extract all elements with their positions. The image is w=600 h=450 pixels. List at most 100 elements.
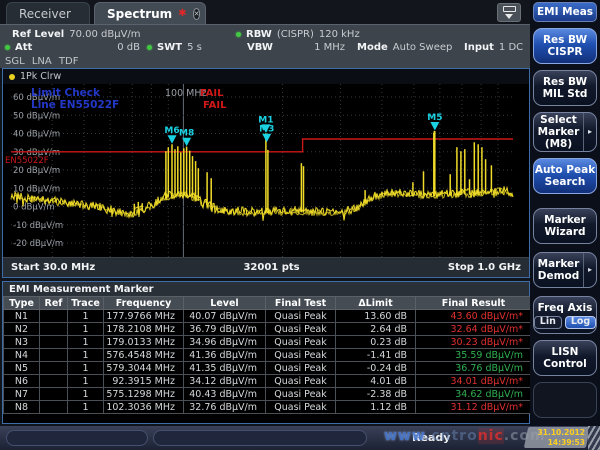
- table-row[interactable]: N71575.1298 MHz40.43 dBµV/mQuasi Peak-2.…: [4, 388, 532, 401]
- cell-delta_limit: 13.60 dB: [336, 310, 416, 323]
- cell-final_test: Quasi Peak: [266, 375, 336, 388]
- cell-frequency: 575.1298 MHz: [104, 388, 184, 401]
- table-row[interactable]: N41576.4548 MHz41.36 dBµV/mQuasi Peak-1.…: [4, 349, 532, 362]
- swt-field[interactable]: SWT 5 s: [147, 42, 202, 53]
- chevron-down-icon: [505, 14, 513, 19]
- cell-trace: 1: [68, 336, 104, 349]
- cell-level: 40.43 dBµV/m: [184, 388, 266, 401]
- cell-ref: [40, 375, 68, 388]
- mode-label: Mode: [357, 42, 388, 53]
- spectrum-chart[interactable]: 60 dBµV/m50 dBµV/m40 dBµV/m30 dBµV/m20 d…: [3, 84, 529, 257]
- svg-text:FAIL: FAIL: [203, 100, 227, 111]
- status-field-1[interactable]: [6, 430, 148, 446]
- softkey-freq-axis[interactable]: Freq Axis Lin Log: [533, 296, 597, 334]
- ref-level-field[interactable]: Ref Level 70.00 dBµV/m: [12, 29, 141, 40]
- softkey-menu-title: EMI Meas: [533, 2, 597, 22]
- svg-text:-10 dBµV/m: -10 dBµV/m: [13, 221, 63, 231]
- status-field-2[interactable]: [153, 430, 367, 446]
- cell-delta_limit: 2.64 dB: [336, 323, 416, 336]
- att-label: Att: [15, 42, 32, 53]
- att-field[interactable]: Att 0 dB: [5, 42, 140, 53]
- display-menu-button[interactable]: [497, 3, 521, 22]
- cell-delta_limit: -2.38 dB: [336, 388, 416, 401]
- cell-type: N8: [4, 401, 40, 414]
- rbw-mode-value: (CISPR): [277, 29, 314, 40]
- column-header-level: Level: [184, 297, 266, 310]
- table-row[interactable]: N6192.3915 MHz34.12 dBµV/mQuasi Peak4.01…: [4, 375, 532, 388]
- cell-frequency: 179.0133 MHz: [104, 336, 184, 349]
- svg-text:Line EN55022F: Line EN55022F: [31, 99, 119, 111]
- marker-m5-icon: [430, 122, 439, 131]
- table-row[interactable]: N51579.3044 MHz41.35 dBµV/mQuasi Peak-0.…: [4, 362, 532, 375]
- cell-delta_limit: 4.01 dB: [336, 375, 416, 388]
- column-header-delta_limit: ΔLimit: [336, 297, 416, 310]
- cell-frequency: 102.3036 MHz: [104, 401, 184, 414]
- input-value: 1 DC: [499, 42, 523, 53]
- softkey-res-bw-mil-std[interactable]: Res BWMIL Std: [533, 70, 597, 106]
- softkey-res-bw-cispr[interactable]: Res BWCISPR: [533, 28, 597, 64]
- input-field[interactable]: Input 1 DC: [464, 42, 523, 53]
- trace-label: 1Pk Clrw: [20, 71, 61, 82]
- cell-final_result: 34.01 dBµV/m*: [416, 375, 532, 388]
- tab-receiver[interactable]: Receiver: [6, 2, 90, 24]
- cell-type: N4: [4, 349, 40, 362]
- sweep-window: 1Pk Clrw 60 dBµV/m50 dBµV/m40 dBµV/m30 d…: [2, 68, 530, 278]
- softkey-empty[interactable]: [533, 382, 597, 418]
- cell-trace: 1: [68, 388, 104, 401]
- cell-delta_limit: -1.41 dB: [336, 349, 416, 362]
- swt-led-icon: [147, 45, 152, 50]
- corner-grip: [588, 426, 600, 450]
- trace-info-row: 1Pk Clrw: [3, 69, 529, 84]
- mode-field[interactable]: Mode Auto Sweep: [357, 42, 452, 53]
- cell-final_test: Quasi Peak: [266, 349, 336, 362]
- cell-ref: [40, 336, 68, 349]
- cell-final_test: Quasi Peak: [266, 336, 336, 349]
- softkey-lisn-control[interactable]: LISNControl: [533, 340, 597, 376]
- sweep-info: SGL LNA TDF: [5, 56, 78, 67]
- cell-trace: 1: [68, 323, 104, 336]
- rbw-field[interactable]: RBW (CISPR) 120 kHz: [236, 29, 360, 40]
- cell-type: N3: [4, 336, 40, 349]
- mode-value: Auto Sweep: [393, 42, 453, 53]
- cell-trace: 1: [68, 401, 104, 414]
- unsaved-changes-icon: ✱: [178, 8, 186, 19]
- cell-final_result: 30.23 dBµV/m*: [416, 336, 532, 349]
- cell-level: 41.35 dBµV/m: [184, 362, 266, 375]
- cell-final_result: 34.62 dBµV/m: [416, 388, 532, 401]
- submenu-arrow-icon: ▸: [583, 113, 596, 151]
- cell-final_test: Quasi Peak: [266, 401, 336, 414]
- freq-axis-lin-toggle[interactable]: Lin: [534, 316, 562, 329]
- datetime-panel: 31.10.2012 14:39:53: [524, 427, 590, 448]
- tab-bar: Receiver Spectrum ✱ ✕: [0, 0, 530, 24]
- start-frequency: Start 30.0 MHz: [11, 262, 95, 273]
- instrument-screen: Receiver Spectrum ✱ ✕ Ref Level 70.00 dB…: [0, 0, 600, 450]
- table-row[interactable]: N11177.9766 MHz40.07 dBµV/mQuasi Peak13.…: [4, 310, 532, 323]
- softkey-marker-wizard[interactable]: MarkerWizard: [533, 208, 597, 244]
- vbw-value: 1 MHz: [314, 42, 345, 53]
- softkey-auto-peak-search[interactable]: Auto PeakSearch: [533, 158, 597, 194]
- column-header-trace: Trace: [68, 297, 104, 310]
- status-date: 31.10.2012: [526, 428, 585, 438]
- trace-active-dot-icon: [9, 74, 15, 80]
- vbw-label: VBW: [247, 42, 273, 53]
- freq-axis-log-toggle[interactable]: Log: [565, 316, 596, 329]
- submenu-arrow-icon: ▸: [583, 253, 596, 287]
- tab-spectrum[interactable]: Spectrum ✱ ✕: [94, 2, 206, 24]
- table-row[interactable]: N21178.2108 MHz36.79 dBµV/mQuasi Peak2.6…: [4, 323, 532, 336]
- svg-text:-20 dBµV/m: -20 dBµV/m: [13, 239, 63, 249]
- softkey-select-marker[interactable]: SelectMarker(M8) ▸: [533, 112, 597, 152]
- cell-final_test: Quasi Peak: [266, 310, 336, 323]
- table-row[interactable]: N31179.0133 MHz34.96 dBµV/mQuasi Peak0.2…: [4, 336, 532, 349]
- cell-ref: [40, 323, 68, 336]
- table-row[interactable]: N81102.3036 MHz32.76 dBµV/mQuasi Peak1.1…: [4, 401, 532, 414]
- cell-final_result: 35.59 dBµV/m: [416, 349, 532, 362]
- cell-type: N5: [4, 362, 40, 375]
- emi-table-title: EMI Measurement Marker: [3, 282, 529, 296]
- svg-text:50 dBµV/m: 50 dBµV/m: [13, 111, 60, 121]
- softkey-marker-demod[interactable]: MarkerDemod ▸: [533, 252, 597, 288]
- close-tab-icon[interactable]: ✕: [193, 8, 201, 20]
- column-header-type: Type: [4, 297, 40, 310]
- vbw-field[interactable]: VBW 1 MHz: [247, 42, 345, 53]
- svg-text:10 dBµV/m: 10 dBµV/m: [13, 184, 60, 194]
- status-time: 14:39:53: [526, 438, 585, 448]
